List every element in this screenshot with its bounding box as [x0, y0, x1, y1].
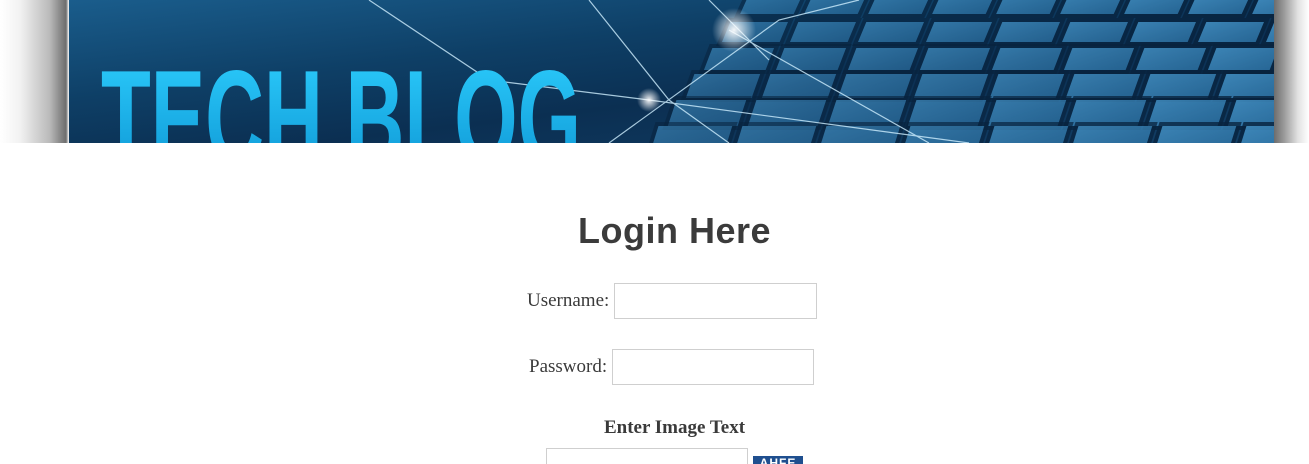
captcha-label: Enter Image Text	[603, 417, 746, 438]
banner-title: TECH BLOG	[101, 42, 581, 143]
login-heading: Login Here	[577, 210, 771, 251]
header-banner: TECH BLOG	[69, 0, 1274, 143]
password-input[interactable]	[612, 349, 815, 385]
username-label: Username:	[527, 290, 610, 311]
username-row: Username:	[527, 283, 818, 319]
password-row: Password:	[529, 349, 815, 385]
username-input[interactable]	[614, 283, 818, 319]
password-label: Password:	[529, 356, 608, 377]
captcha-image: AHFE	[753, 456, 803, 464]
login-page: TECH BLOG Login Here Username: Password:…	[0, 0, 1309, 464]
header-banner-frame: TECH BLOG	[0, 0, 1309, 143]
banner-graphic: TECH BLOG	[69, 0, 1274, 143]
captcha-input[interactable]	[546, 448, 748, 464]
